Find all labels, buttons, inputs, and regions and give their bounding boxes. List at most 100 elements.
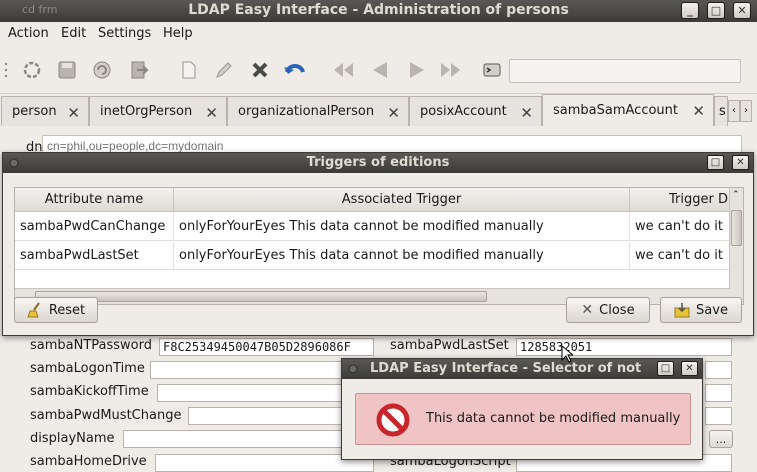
samba-pwd-last-set-input[interactable]: 1285832051 <box>516 338 732 356</box>
maximize-button[interactable]: □ <box>657 361 674 376</box>
close-label: Close <box>599 302 635 318</box>
attribute-cell: sambaPwdLastSet <box>15 242 174 270</box>
menu-bar: Action Edit Settings Help <box>0 22 757 46</box>
tab-sambasamaccount[interactable]: sambaSamAccount ✕ <box>542 94 714 126</box>
minimize-button[interactable]: _ <box>681 2 699 19</box>
maximize-button[interactable]: □ <box>707 155 724 170</box>
close-window-button[interactable]: ✕ <box>733 2 751 19</box>
right-field-input[interactable] <box>705 361 732 379</box>
error-message-box: This data cannot be modified manually <box>355 393 691 445</box>
field-label: sambaPwdMustChange <box>30 408 182 423</box>
first-icon[interactable] <box>331 58 355 82</box>
close-tab-icon[interactable]: ✕ <box>520 104 533 122</box>
maximize-icon: □ <box>710 157 721 168</box>
menu-edit[interactable]: Edit <box>61 26 86 41</box>
mouse-cursor-icon <box>561 345 573 363</box>
column-header-attribute[interactable]: Attribute name <box>15 188 174 212</box>
reset-button[interactable]: Reset <box>14 297 98 323</box>
toolbar <box>0 46 757 94</box>
selector-popup-title: LDAP Easy Interface - Selector of not <box>370 361 642 376</box>
triggers-dialog: Triggers of editions □ ✕ Attribute name … <box>2 152 754 336</box>
close-tab-icon[interactable]: ✕ <box>67 104 80 122</box>
close-tab-icon[interactable]: ✕ <box>205 104 218 122</box>
triggers-dialog-title: Triggers of editions <box>306 155 450 170</box>
tab-label: organizationalPerson <box>238 104 375 119</box>
terminal-icon[interactable] <box>480 58 504 82</box>
close-dialog-button[interactable]: ✕ <box>732 155 749 170</box>
selector-popup: LDAP Easy Interface - Selector of not □ … <box>341 358 703 460</box>
toolbar-search-input[interactable] <box>509 59 741 83</box>
chevron-right-icon: › <box>744 105 748 116</box>
window-menu-icon[interactable] <box>348 364 358 374</box>
refresh-icon[interactable] <box>90 58 114 82</box>
display-name-input[interactable] <box>123 430 374 448</box>
tab-bar: person ✕ inetOrgPerson ✕ organizationalP… <box>0 94 757 126</box>
tab-person[interactable]: person ✕ <box>1 96 89 126</box>
tab-scroll-right-button[interactable]: › <box>740 100 752 122</box>
right-field-input[interactable] <box>705 407 732 425</box>
tab-label: sambaSamAccount <box>553 103 678 118</box>
close-icon: ✕ <box>581 302 594 318</box>
chevron-up-icon[interactable]: ⌃ <box>732 190 740 200</box>
tab-label: s <box>719 104 726 119</box>
tab-overflow[interactable]: s <box>714 96 728 126</box>
minimize-icon: _ <box>687 4 693 17</box>
main-window-titlebar[interactable]: cd frm LDAP Easy Interface - Administrat… <box>0 0 757 22</box>
field-label: displayName <box>30 431 115 446</box>
field-label: sambaPwdLastSet <box>390 338 509 353</box>
close-button[interactable]: ✕ Close <box>566 297 650 323</box>
column-header-trigger[interactable]: Associated Trigger <box>174 188 630 212</box>
right-field-input[interactable] <box>705 384 732 402</box>
triggers-table: Attribute name Associated Trigger Trigge… <box>14 187 744 305</box>
field-label: sambaKickoffTime <box>30 384 149 399</box>
save-button[interactable]: Save <box>660 297 742 323</box>
close-tab-icon[interactable]: ✕ <box>692 102 705 120</box>
close-icon: ✕ <box>736 157 745 168</box>
trigger-cell: onlyForYourEyes This data cannot be modi… <box>174 242 630 270</box>
triggers-dialog-titlebar[interactable]: Triggers of editions □ ✕ <box>3 153 753 173</box>
maximize-button[interactable]: □ <box>707 2 725 19</box>
tab-organizationalperson[interactable]: organizationalPerson ✕ <box>227 96 409 126</box>
connect-icon[interactable] <box>20 58 44 82</box>
tab-label: posixAccount <box>420 104 507 119</box>
last-icon[interactable] <box>439 58 463 82</box>
edit-icon[interactable] <box>212 58 236 82</box>
delete-icon[interactable] <box>248 58 272 82</box>
close-tab-icon[interactable]: ✕ <box>387 104 400 122</box>
field-label: sambaHomeDrive <box>30 454 147 469</box>
save-icon[interactable] <box>55 58 79 82</box>
horizontal-scroll-thumb[interactable] <box>35 291 487 302</box>
browse-button[interactable]: ... <box>709 430 733 448</box>
menu-settings[interactable]: Settings <box>98 26 151 41</box>
exit-icon[interactable] <box>127 58 151 82</box>
menu-help[interactable]: Help <box>163 26 193 41</box>
field-label: sambaNTPassword <box>30 338 153 353</box>
desc-cell: we can't do it <box>630 242 731 270</box>
forbidden-icon <box>376 403 410 437</box>
save-icon <box>674 303 690 318</box>
vertical-scrollbar[interactable]: ⌃ ⌄ <box>729 188 743 304</box>
tab-inetorgperson[interactable]: inetOrgPerson ✕ <box>89 96 227 126</box>
vertical-scroll-thumb[interactable] <box>731 210 742 246</box>
attribute-cell: sambaPwdCanChange <box>15 213 174 241</box>
chevron-left-icon: ‹ <box>732 105 736 116</box>
menu-action[interactable]: Action <box>8 26 49 41</box>
previous-icon[interactable] <box>369 58 393 82</box>
error-message: This data cannot be modified manually <box>426 411 681 426</box>
selector-popup-titlebar[interactable]: LDAP Easy Interface - Selector of not □ … <box>342 359 702 379</box>
window-title: LDAP Easy Interface - Administration of … <box>188 2 569 18</box>
new-document-icon[interactable] <box>177 58 201 82</box>
next-icon[interactable] <box>404 58 428 82</box>
close-icon: ✕ <box>685 363 694 374</box>
undo-icon[interactable] <box>283 58 307 82</box>
tab-scroll-left-button[interactable]: ‹ <box>728 100 740 122</box>
maximize-icon: □ <box>660 363 671 374</box>
tab-posixaccount[interactable]: posixAccount ✕ <box>409 96 542 126</box>
close-popup-button[interactable]: ✕ <box>681 361 698 376</box>
samba-nt-password-input[interactable]: F8C25349450047B05D2896086F <box>159 338 374 356</box>
broom-icon <box>27 302 40 318</box>
tab-label: person <box>12 104 57 119</box>
column-header-desc[interactable]: Trigger D <box>630 188 731 212</box>
desc-cell: we can't do it <box>630 213 731 241</box>
trigger-cell: onlyForYourEyes This data cannot be modi… <box>174 213 630 241</box>
